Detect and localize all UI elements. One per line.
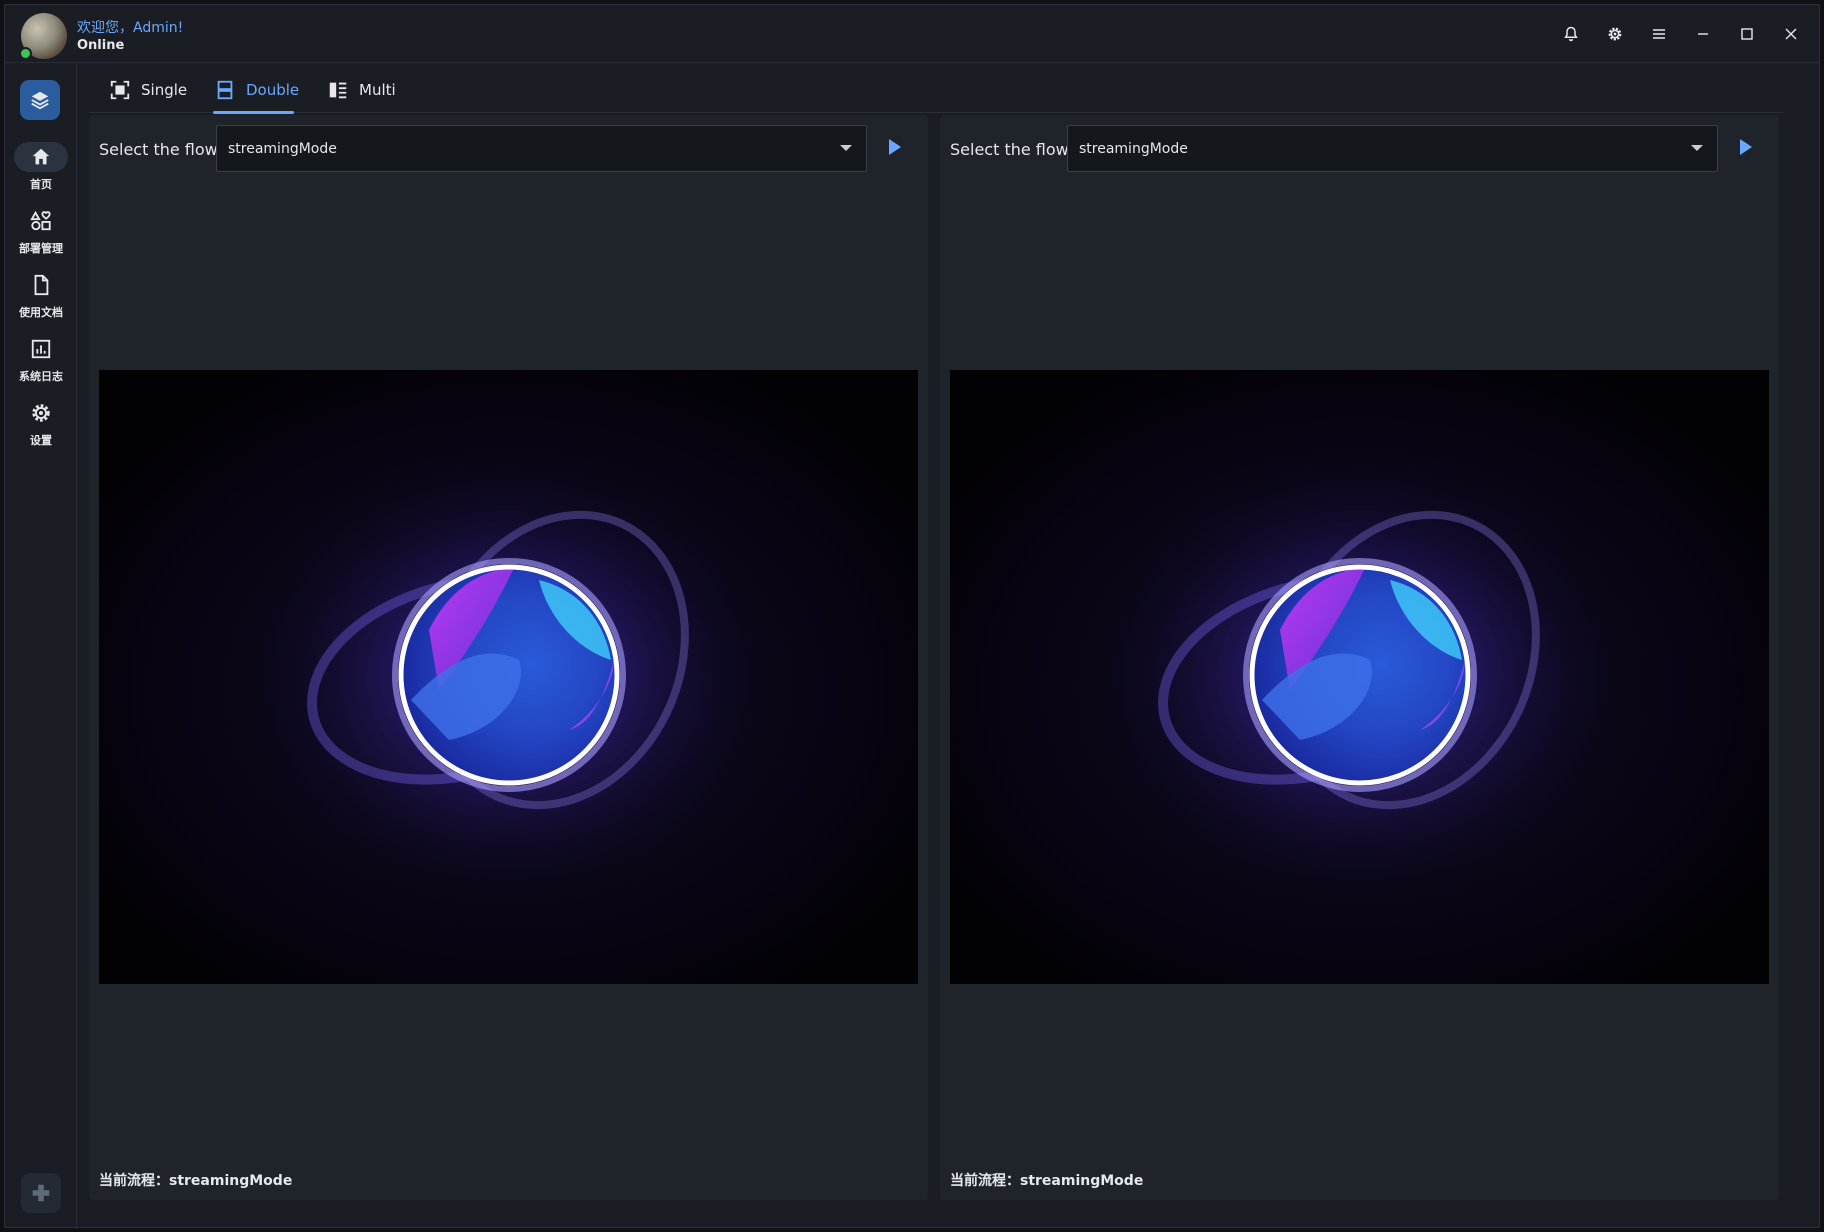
puzzle-icon (32, 1184, 50, 1202)
close-icon[interactable] (1769, 17, 1813, 51)
bell-icon[interactable] (1549, 17, 1593, 51)
tab-bar: Single Double Multi (89, 67, 1783, 114)
document-icon (14, 270, 68, 300)
sidebar-item-docs[interactable]: 使用文档 (5, 270, 77, 326)
welcome-text: 欢迎您，Admin! (77, 20, 184, 36)
sidebar-item-deploy[interactable]: 部署管理 (5, 206, 77, 262)
layers-icon (31, 91, 49, 110)
sidebar-item-settings[interactable]: 设置 (5, 398, 77, 454)
sidebar-item-label: 系统日志 (19, 370, 63, 383)
play-icon[interactable] (1740, 139, 1752, 155)
flow-label: Select the flow (950, 140, 1069, 159)
active-tab-indicator (213, 111, 294, 114)
sidebar: 首页 部署管理 使用文档 系统日志 设置 (5, 64, 77, 1229)
fullscreen-icon (110, 80, 130, 100)
video-preview (99, 370, 918, 984)
app-window: 欢迎您，Admin! Online 首页 部署管理 使用文档 系统日志 设置 S… (4, 4, 1820, 1229)
split-vertical-icon (217, 80, 233, 100)
status-text: Online (77, 38, 125, 53)
current-flow-text: 当前流程：streamingMode (950, 1173, 1144, 1189)
current-flow-text: 当前流程：streamingMode (99, 1173, 293, 1189)
play-icon[interactable] (889, 139, 901, 155)
sidebar-item-label: 使用文档 (19, 306, 63, 319)
chevron-down-icon (1691, 145, 1703, 151)
sidebar-item-home[interactable]: 首页 (5, 142, 77, 198)
sidebar-item-label: 设置 (30, 434, 52, 447)
online-indicator (19, 47, 32, 60)
flow-panel-left: Select the flow streamingMode 当前流程：strea… (89, 115, 928, 1200)
tab-multi[interactable]: Multi (327, 67, 396, 113)
tab-label: Multi (359, 81, 396, 99)
apps-icon (14, 206, 68, 236)
maximize-icon[interactable] (1725, 17, 1769, 51)
minimize-icon[interactable] (1681, 17, 1725, 51)
settings-icon[interactable] (1593, 17, 1637, 51)
flow-select-value: streamingMode (1079, 141, 1188, 157)
chart-icon (14, 334, 68, 364)
plugin-button[interactable] (21, 1173, 61, 1213)
window-controls (1549, 17, 1813, 51)
menu-icon[interactable] (1637, 17, 1681, 51)
title-bar: 欢迎您，Admin! Online (5, 5, 1819, 63)
tab-double[interactable]: Double (214, 67, 299, 113)
orb-animation (239, 445, 779, 905)
app-logo-button[interactable] (20, 80, 60, 120)
sidebar-item-logs[interactable]: 系统日志 (5, 334, 77, 390)
flow-select-value: streamingMode (228, 141, 337, 157)
tab-label: Double (246, 81, 300, 99)
flow-panel-right: Select the flow streamingMode 当前流程：strea… (940, 115, 1779, 1200)
sidebar-item-label: 部署管理 (19, 242, 63, 255)
settings-icon (14, 398, 68, 428)
orb-animation (1090, 445, 1630, 905)
multi-view-icon (329, 82, 347, 99)
flow-label: Select the flow (99, 140, 218, 159)
flow-select[interactable]: streamingMode (216, 125, 867, 172)
home-icon (14, 142, 68, 172)
tab-single[interactable]: Single (109, 67, 187, 113)
flow-select[interactable]: streamingMode (1067, 125, 1718, 172)
video-preview (950, 370, 1769, 984)
sidebar-item-label: 首页 (30, 178, 52, 191)
chevron-down-icon (840, 145, 852, 151)
tab-label: Single (141, 81, 188, 99)
